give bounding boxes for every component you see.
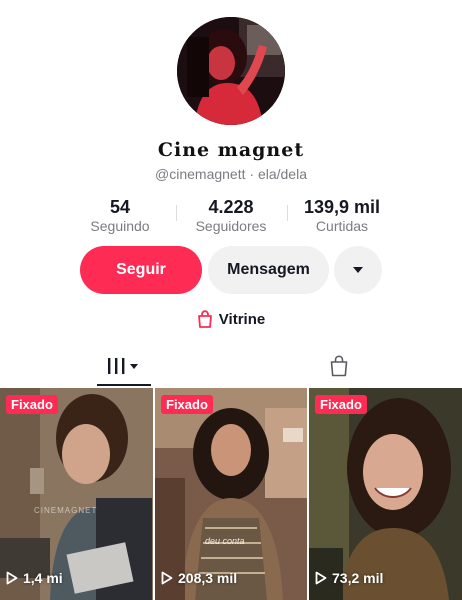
- stat-following[interactable]: 54 Seguindo: [78, 197, 162, 234]
- video-grid: Fixado CINEMAGNET 1,4 mi Fixado deu cont…: [0, 388, 462, 600]
- more-options-button[interactable]: [334, 246, 382, 294]
- stat-likes[interactable]: 139,9 mil Curtidas: [296, 197, 388, 234]
- video-watermark: CINEMAGNET: [34, 506, 98, 515]
- avatar[interactable]: [177, 17, 285, 125]
- active-tab-indicator: [97, 384, 151, 386]
- tab-videos[interactable]: [97, 347, 151, 385]
- profile-stats: 54 Seguindo 4.228 Seguidores 139,9 mil C…: [0, 197, 462, 237]
- view-count: 208,3 mil: [161, 570, 237, 586]
- grid-icon: [108, 358, 138, 374]
- view-count-value: 73,2 mil: [332, 570, 384, 586]
- likes-count: 139,9 mil: [303, 197, 381, 217]
- pinned-badge: Fixado: [6, 395, 58, 414]
- video-caption: deu conta: [205, 536, 245, 546]
- view-count: 73,2 mil: [315, 570, 383, 586]
- pinned-badge: Fixado: [315, 395, 367, 414]
- video-thumbnail[interactable]: Fixado deu conta 208,3 mil: [155, 388, 307, 600]
- shop-link[interactable]: Vitrine: [0, 310, 462, 328]
- followers-count: 4.228: [208, 197, 254, 217]
- follow-button[interactable]: Seguir: [80, 246, 202, 294]
- message-button[interactable]: Mensagem: [208, 246, 329, 294]
- view-count: 1,4 mi: [6, 570, 63, 586]
- shop-label: Vitrine: [218, 310, 266, 328]
- following-label: Seguindo: [90, 218, 150, 234]
- stat-divider: [176, 205, 177, 221]
- video-thumbnail[interactable]: Fixado 73,2 mil: [309, 388, 462, 600]
- caret-down-icon: [353, 267, 363, 273]
- video-thumbnail[interactable]: Fixado CINEMAGNET 1,4 mi: [0, 388, 153, 600]
- view-count-value: 208,3 mil: [178, 570, 238, 586]
- tab-shop[interactable]: [312, 347, 366, 385]
- play-icon: [161, 571, 173, 585]
- likes-label: Curtidas: [315, 218, 369, 234]
- stat-divider: [287, 205, 288, 221]
- play-icon: [6, 571, 18, 585]
- view-count-value: 1,4 mi: [23, 570, 63, 586]
- play-icon: [315, 571, 327, 585]
- shopping-bag-icon: [197, 310, 212, 328]
- profile-tabs: [0, 347, 462, 387]
- display-name: Cine magnet: [157, 139, 305, 161]
- followers-label: Seguidores: [195, 218, 267, 234]
- following-count: 54: [109, 197, 131, 217]
- username: @cinemagnett · ela/dela: [155, 166, 307, 182]
- stat-followers[interactable]: 4.228 Seguidores: [185, 197, 277, 234]
- pinned-badge: Fixado: [161, 395, 213, 414]
- shopping-bag-icon: [330, 355, 348, 377]
